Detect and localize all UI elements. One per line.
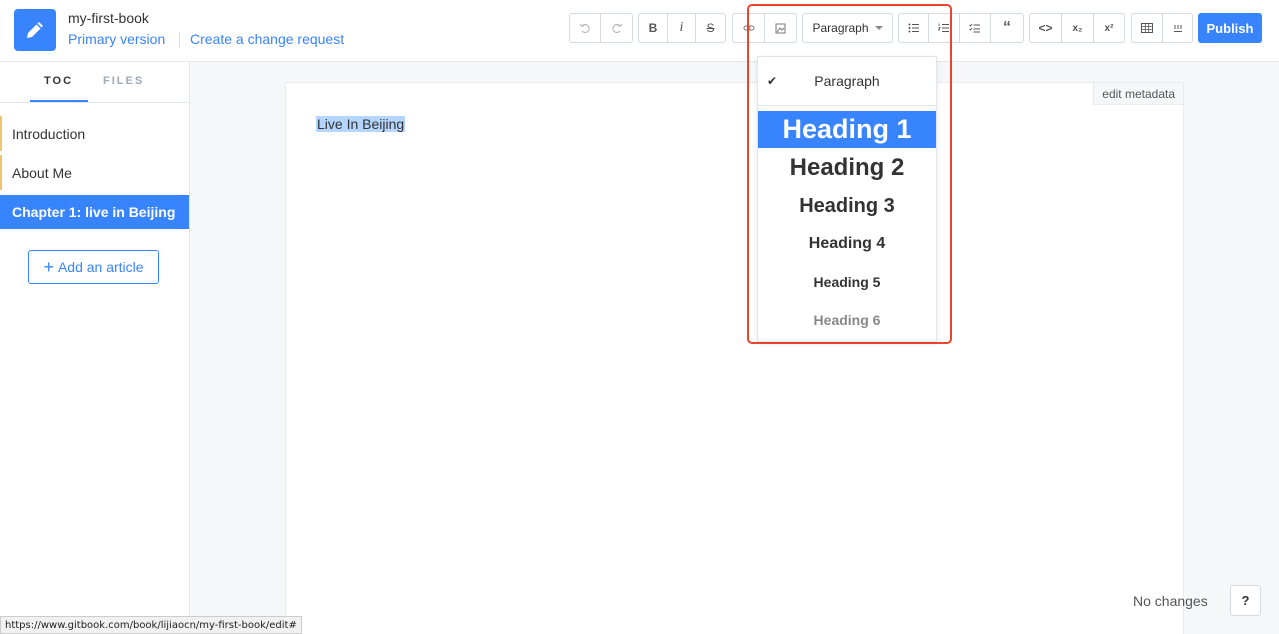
publish-button[interactable]: Publish [1198,13,1262,43]
quote-button[interactable]: “ [990,13,1024,43]
italic-button[interactable]: i [667,13,696,43]
sidebar: TOC FILES Introduction About Me Chapter … [0,62,190,634]
toc-item-about-me[interactable]: About Me [0,155,189,190]
add-article-button[interactable]: + Add an article [28,250,159,284]
header-divider [179,32,180,48]
toc-item-label: Chapter 1: live in Beijing [12,204,176,220]
menu-item-heading-2[interactable]: Heading 2 [758,149,936,187]
bullet-list-button[interactable] [898,13,929,43]
bold-button[interactable]: B [638,13,668,43]
menu-item-heading-5[interactable]: Heading 5 [758,263,936,301]
paragraph-style-dropdown[interactable]: Paragraph [802,13,893,43]
task-list-button[interactable] [959,13,991,43]
toc-item-introduction[interactable]: Introduction [0,116,189,151]
menu-item-heading-3[interactable]: Heading 3 [758,187,936,225]
editor-page[interactable]: edit metadata Live In Beijing [285,82,1184,634]
plus-icon: + [43,257,54,277]
code-button[interactable]: <> [1029,13,1062,43]
tab-toc[interactable]: TOC [44,75,73,87]
strikethrough-button[interactable]: S [695,13,726,43]
undo-button[interactable] [569,13,601,43]
active-tab-indicator [30,100,88,102]
tab-files[interactable]: FILES [103,75,144,87]
undo-icon [579,23,590,34]
add-article-label: Add an article [57,259,144,275]
book-title: my-first-book [68,10,149,26]
numbered-list-button[interactable] [928,13,960,43]
toc-item-marker [0,116,2,151]
change-request-link[interactable]: Create a change request [190,31,344,47]
pencil-logo-icon[interactable] [14,9,56,51]
subscript-button[interactable]: x₂ [1061,13,1094,43]
paragraph-style-menu: ✔ Paragraph Heading 1 Heading 2 Heading … [757,56,937,342]
sidebar-tabs: TOC FILES [0,62,189,103]
redo-icon [611,23,622,34]
paragraph-style-label: Paragraph [812,21,869,35]
task-list-icon [969,23,980,33]
caret-down-icon [874,26,883,30]
toc-item-label: About Me [12,164,72,181]
save-status-text: No changes [1133,593,1208,609]
link-button[interactable] [732,13,765,43]
edit-metadata-button[interactable]: edit metadata [1093,83,1183,105]
image-icon [775,23,786,33]
superscript-button[interactable]: x² [1093,13,1125,43]
check-icon: ✔ [767,74,778,88]
bullet-list-icon [908,23,919,33]
footnote-icon [1173,25,1182,32]
help-button[interactable]: ? [1230,585,1261,616]
menu-item-heading-1[interactable]: Heading 1 [758,111,936,148]
image-button[interactable] [764,13,797,43]
table-button[interactable] [1131,13,1163,43]
redo-button[interactable] [600,13,633,43]
app-header: my-first-book Primary version Create a c… [0,0,1279,62]
footnote-button[interactable] [1162,13,1193,43]
menu-divider [758,105,936,106]
table-icon [1141,23,1153,33]
primary-version-link[interactable]: Primary version [68,31,165,47]
toc-item-label: Introduction [12,125,86,142]
browser-status-url: https://www.gitbook.com/book/lijiaocn/my… [0,616,302,634]
menu-item-label: Paragraph [814,73,880,89]
menu-item-paragraph[interactable]: ✔ Paragraph [758,57,936,105]
toc-item-marker [0,155,2,190]
editor-selected-text[interactable]: Live In Beijing [316,116,406,132]
toc-item-chapter-1[interactable]: Chapter 1: live in Beijing [0,195,189,229]
menu-item-heading-4[interactable]: Heading 4 [758,225,936,263]
menu-item-heading-6[interactable]: Heading 6 [758,301,936,339]
numbered-list-icon [938,23,949,32]
link-icon [743,25,754,31]
